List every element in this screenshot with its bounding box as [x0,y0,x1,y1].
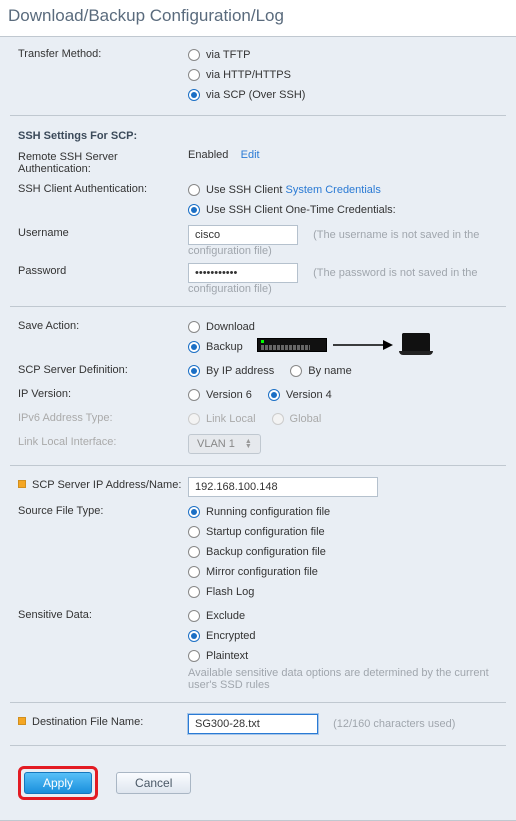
cancel-button[interactable]: Cancel [116,772,191,794]
apply-button[interactable]: Apply [24,772,92,794]
transfer-scp-option[interactable]: via SCP (Over SSH) [188,86,506,104]
remote-auth-edit-link[interactable]: Edit [241,149,260,161]
required-marker-icon [18,717,26,725]
arrow-right-icon [333,338,393,352]
radio-icon [188,610,200,622]
remote-auth-label: Remote SSH Server Authentication: [18,149,188,175]
radio-icon [188,69,200,81]
src-backup-option[interactable]: Backup configuration file [188,543,506,561]
dest-filename-input[interactable] [188,714,318,734]
radio-icon [188,321,200,333]
required-marker-icon [18,480,26,488]
config-form: Transfer Method: via TFTP via HTTP/HTTPS… [0,36,516,821]
sensitive-note: Available sensitive data options are det… [188,667,506,691]
ip-v4-option[interactable]: Version 4 [268,386,332,404]
radio-icon [188,389,200,401]
stepper-icon: ▲▼ [245,439,252,449]
radio-icon [188,546,200,558]
apply-highlight: Apply [18,766,98,800]
scp-def-label: SCP Server Definition: [18,362,188,376]
sensitive-plaintext-option[interactable]: Plaintext [188,647,506,665]
server-ip-label: SCP Server IP Address/Name: [18,477,188,491]
system-credentials-link[interactable]: System Credentials [285,184,380,196]
page-title: Download/Backup Configuration/Log [8,6,516,26]
radio-icon [188,526,200,538]
sensitive-data-label: Sensitive Data: [18,607,188,621]
radio-icon [188,341,200,353]
radio-icon [290,365,302,377]
transfer-http-option[interactable]: via HTTP/HTTPS [188,66,506,84]
radio-icon [188,49,200,61]
save-action-label: Save Action: [18,318,188,332]
laptop-icon [399,333,433,357]
dest-filename-label: Destination File Name: [18,714,188,728]
remote-auth-status: Enabled [188,149,228,161]
radio-icon [188,630,200,642]
scp-def-name-option[interactable]: By name [290,362,351,380]
password-input[interactable] [188,263,298,283]
ip-v6-option[interactable]: Version 6 [188,386,252,404]
username-label: Username [18,225,188,239]
radio-icon [188,566,200,578]
src-mirror-option[interactable]: Mirror configuration file [188,563,506,581]
ipv6-global-option: Global [272,410,322,428]
client-auth-onetime-option[interactable]: Use SSH Client One-Time Credentials: [188,201,506,219]
src-flashlog-option[interactable]: Flash Log [188,583,506,601]
src-startup-option[interactable]: Startup configuration file [188,523,506,541]
radio-icon [188,586,200,598]
src-running-option[interactable]: Running configuration file [188,503,506,521]
radio-icon [188,89,200,101]
radio-icon [188,506,200,518]
radio-icon [188,184,200,196]
ll-interface-select: VLAN 1 ▲▼ [188,434,261,454]
ssh-section-title: SSH Settings For SCP: [10,124,506,146]
ip-version-label: IP Version: [18,386,188,400]
radio-icon [188,650,200,662]
username-input[interactable] [188,225,298,245]
ll-interface-label: Link Local Interface: [18,434,188,448]
radio-icon [188,204,200,216]
radio-icon [268,389,280,401]
radio-icon [188,365,200,377]
transfer-tftp-option[interactable]: via TFTP [188,46,506,64]
ipv6-linklocal-option: Link Local [188,410,256,428]
scp-def-ip-option[interactable]: By IP address [188,362,274,380]
backup-illustration [257,333,433,357]
switch-icon [257,338,327,352]
client-auth-label: SSH Client Authentication: [18,181,188,195]
ipv6-type-label: IPv6 Address Type: [18,410,188,424]
password-label: Password [18,263,188,277]
source-file-type-label: Source File Type: [18,503,188,517]
client-auth-system-option[interactable]: Use SSH Client System Credentials [188,181,506,199]
radio-icon [272,413,284,425]
save-backup-option[interactable]: Backup [188,338,506,356]
radio-icon [188,413,200,425]
server-ip-input[interactable] [188,477,378,497]
sensitive-exclude-option[interactable]: Exclude [188,607,506,625]
transfer-method-label: Transfer Method: [18,46,188,60]
dest-filename-hint: (12/160 characters used) [333,718,455,730]
sensitive-encrypted-option[interactable]: Encrypted [188,627,506,645]
